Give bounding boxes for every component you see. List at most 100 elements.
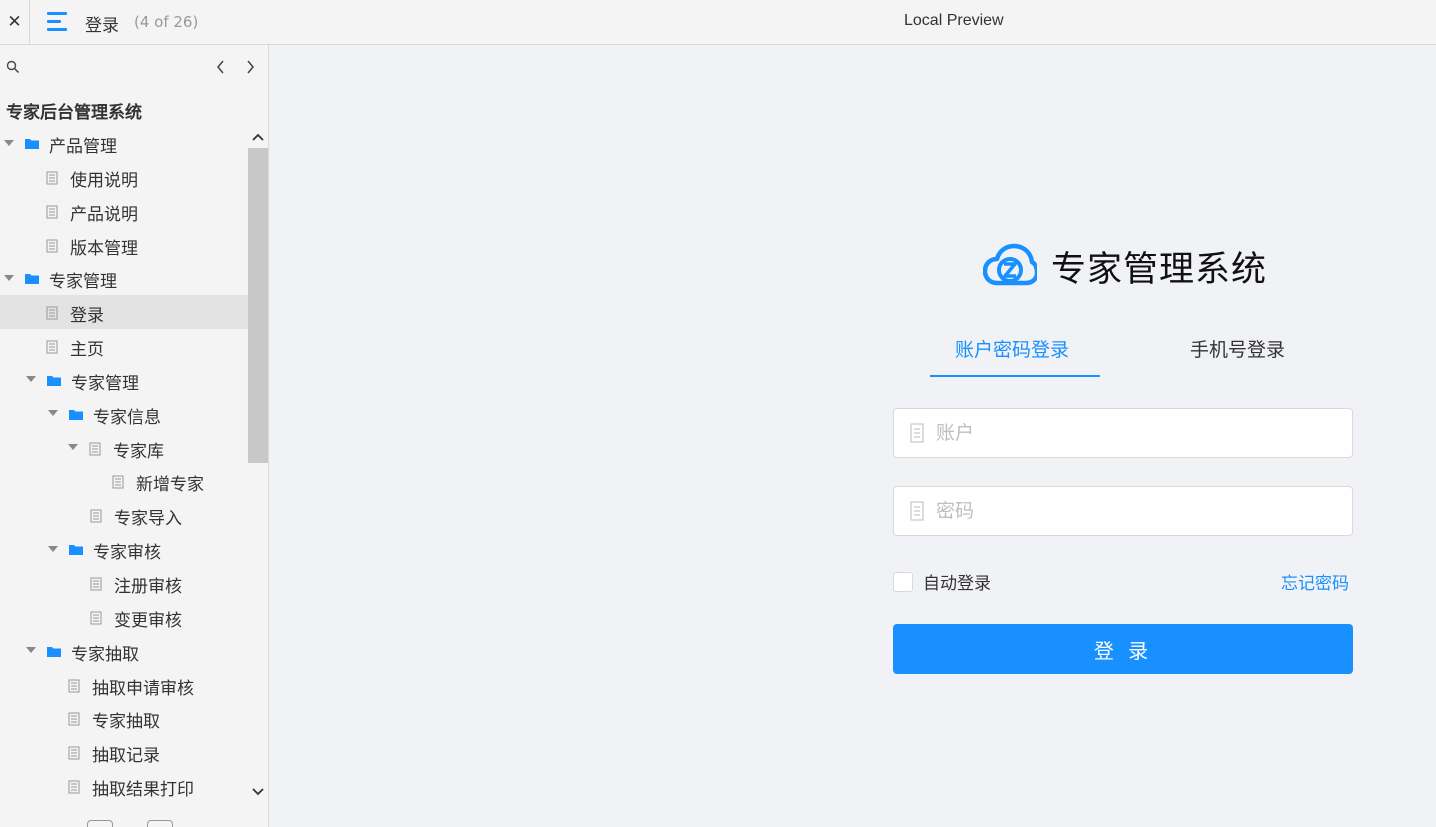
tree-page-item[interactable]: 专家库 [0,431,248,465]
brand: 专家管理系统 [983,243,1268,290]
tree-item-label: 抽取结果打印 [92,780,194,801]
page-icon [46,339,62,354]
sidebar-scrollbar-thumb[interactable] [248,148,268,463]
page-icon [46,305,62,320]
tree-item-label: 产品说明 [70,204,138,225]
tab-phone-login[interactable]: 手机号登录 [1190,335,1285,362]
page-icon [89,441,105,456]
tree-page-item[interactable]: 新增专家 [0,464,248,498]
expand-caret-icon[interactable] [68,443,78,453]
folder-icon [46,373,62,387]
tree-item-label: 专家管理 [49,272,117,293]
tree-folder-item[interactable]: 专家信息 [0,397,248,431]
folder-icon [24,136,40,150]
tree-page-item[interactable]: 抽取申请审核 [0,668,248,702]
page-icon [68,779,84,794]
search-icon[interactable] [6,60,20,74]
tree-folder-item[interactable]: 专家管理 [0,261,248,295]
tree-item-label: 抽取申请审核 [92,678,194,699]
top-bar: ✕ 登录 (4 of 26) Local Preview [0,0,1436,45]
forgot-password-link[interactable]: 忘记密码 [1281,569,1349,594]
expand-caret-icon[interactable] [48,544,58,554]
tree-page-item[interactable]: 登录 [0,295,248,330]
page-icon [46,238,62,253]
preview-area: 专家管理系统 账户密码登录 手机号登录 自动登录 忘记密码 登 录 [269,45,1436,827]
page-icon [68,678,84,692]
tree-folder-item[interactable]: 专家审核 [0,532,248,566]
page-icon [90,508,106,523]
page-icon [112,474,128,489]
chevron-right-icon [247,60,254,74]
tree-item-label: 专家库 [113,441,164,462]
account-field [893,408,1353,458]
chevron-down-icon [252,788,264,796]
account-input[interactable] [936,409,1336,457]
tree-page-item[interactable]: 版本管理 [0,228,248,262]
page-icon [46,170,62,185]
tree-page-item[interactable]: 抽取记录 [0,735,248,769]
auto-login-checkbox[interactable]: 自动登录 [893,569,991,594]
project-title: 专家后台管理系统 [6,103,142,123]
tree-page-item[interactable]: 抽取结果打印 [0,769,248,803]
checkbox-box[interactable] [893,571,913,592]
tree-folder-item[interactable]: 专家抽取 [0,634,248,668]
auto-login-label: 自动登录 [923,574,991,594]
folder-icon [46,644,62,658]
tree-folder-item[interactable]: 专家管理 [0,363,248,397]
tree-item-label: 专家抽取 [92,712,160,733]
page-counter: (4 of 26) [134,13,199,31]
tree-folder-item[interactable]: 产品管理 [0,126,248,160]
password-field [893,486,1353,536]
expand-caret-icon[interactable] [4,273,14,283]
expand-caret-icon[interactable] [26,375,36,385]
tree-item-label: 专家抽取 [71,644,139,665]
sidebar-bottom-button-right[interactable] [147,820,173,827]
close-button[interactable]: ✕ [0,0,30,44]
next-page-button[interactable] [240,56,260,78]
brand-name: 专家管理系统 [1051,249,1268,290]
expand-caret-icon[interactable] [48,409,58,419]
cloud-logo-icon [983,243,1037,286]
expand-caret-icon[interactable] [4,138,14,148]
folder-icon [68,407,84,421]
sidebar: 专家后台管理系统 产品管理 使用说明 产品说明 版本管理 专家管理 登录 主页 专家管理 专家信… [0,45,269,827]
tree-item-label: 变更审核 [114,610,182,631]
tree-page-item[interactable]: 使用说明 [0,160,248,194]
page-icon [68,711,84,726]
login-button[interactable]: 登 录 [893,624,1353,674]
folder-icon [24,271,40,285]
active-tab-indicator [930,375,1100,377]
lock-icon [910,501,924,521]
scroll-up-button[interactable] [250,129,266,145]
tree-item-label: 使用说明 [70,170,138,191]
tree-item-label: 登录 [70,306,104,327]
scroll-down-button[interactable] [250,784,266,800]
close-icon: ✕ [7,12,22,32]
tree-item-label: 版本管理 [70,238,138,259]
tree-page-item[interactable]: 专家抽取 [0,701,248,735]
folder-icon [68,542,84,556]
tree-item-label: 专家审核 [93,543,161,564]
login-tabs: 账户密码登录 手机号登录 [930,325,1329,378]
current-page-title: 登录 [85,16,119,36]
sidebar-bottom-button-left[interactable] [87,820,113,827]
tree-page-item[interactable]: 专家导入 [0,498,248,532]
tree-item-label: 注册审核 [114,576,182,597]
tree-page-item[interactable]: 变更审核 [0,600,248,634]
hamburger-menu-icon[interactable] [47,12,69,32]
tree-item-label: 抽取记录 [92,746,160,767]
tree-item-label: 产品管理 [49,137,117,157]
tree-page-item[interactable]: 产品说明 [0,194,248,228]
tree-item-label: 专家信息 [93,407,161,428]
tree-page-item[interactable]: 注册审核 [0,566,248,600]
tree-page-item[interactable]: 主页 [0,329,248,363]
page-icon [90,576,106,591]
expand-caret-icon[interactable] [26,646,36,656]
password-input[interactable] [936,487,1336,535]
previous-page-button[interactable] [211,56,231,78]
user-icon [910,423,924,443]
preview-title: Local Preview [904,12,1004,29]
chevron-up-icon [252,133,264,141]
tree-item-label: 主页 [70,340,104,361]
tab-account-password[interactable]: 账户密码登录 [955,335,1069,362]
